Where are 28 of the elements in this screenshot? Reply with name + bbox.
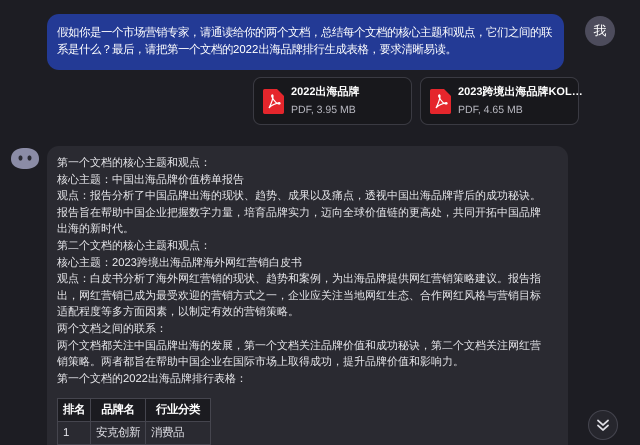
reply-text: 报告旨在帮助中国企业把握数字力量，培育品牌实力，迈向全球价值链的更高处，共同开拓中国品牌出海的新时代。 <box>57 206 542 238</box>
table-header: 行业分类 <box>146 398 210 422</box>
table-cell: 消费品 <box>146 422 210 445</box>
bot-avatar-icon <box>10 146 40 172</box>
reply-text: 两个文档都关注中国品牌出海的发展，第一个文档关注品牌价值和成功秘诀，第二个文档关注网红营销策略。两者都旨在帮助中国企业在国际市场上取得成功，提升品牌价值和影响力。 <box>57 338 542 370</box>
reply-text: 两个文档之间的联系： <box>57 322 168 337</box>
file-size: PDF, 3.95 MB <box>291 104 357 116</box>
reply-text: 核心主题：中国出海品牌价值榜单报告 <box>57 172 245 188</box>
user-avatar: 我 <box>585 16 615 46</box>
table-cell: 安克创新 <box>90 422 146 445</box>
file-card[interactable]: 2022出海品牌 PDF, 3.95 MB <box>253 77 412 125</box>
table-header: 排名 <box>58 398 90 422</box>
scroll-down-button[interactable] <box>588 410 618 440</box>
pdf-file-icon <box>430 88 451 114</box>
user-message: 假如你是一个市场营销专家，请通读给你的两个文档，总结每个文档的核心主题和观点，它们之间的联系是什么？最后，请把第一个文档的2022出海品牌排行生成表格，要求清晰易读。 <box>47 14 564 70</box>
file-name: 2022出海品牌 <box>291 86 360 98</box>
table-header: 品牌名 <box>90 398 146 422</box>
double-chevron-down-icon <box>596 418 610 432</box>
pdf-file-icon <box>263 88 284 114</box>
reply-text: 第二个文档的核心主题和观点： <box>57 238 212 254</box>
reply-text: 第一个文档的核心主题和观点： <box>57 156 212 171</box>
reply-text: 观点：白皮书分析了海外网红营销的现状、趋势和案例，为出海品牌提供网红营销策略建议。报告指出，网红营销已成为最受欢迎的营销方式之一，企业应关注当地网红生态、合作网红风格与营销目标适配程度等多方面因素，以制定有效的营销策略。 <box>57 272 542 320</box>
reply-text: 核心主题：2023跨境出海品牌海外网红营销白皮书 <box>57 256 303 271</box>
reply-text: 观点：报告分析了中国品牌出海的现状、趋势、成果以及痛点，透视中国出海品牌背后的成功秘诀。 <box>57 188 542 204</box>
file-card[interactable]: 2023跨境出海品牌KOL… PDF, 4.65 MB <box>420 77 579 125</box>
reply-text: 第一个文档的2022出海品牌排行表格： <box>57 372 248 387</box>
file-size: PDF, 4.65 MB <box>458 104 524 116</box>
table-cell: 1 <box>58 422 90 445</box>
